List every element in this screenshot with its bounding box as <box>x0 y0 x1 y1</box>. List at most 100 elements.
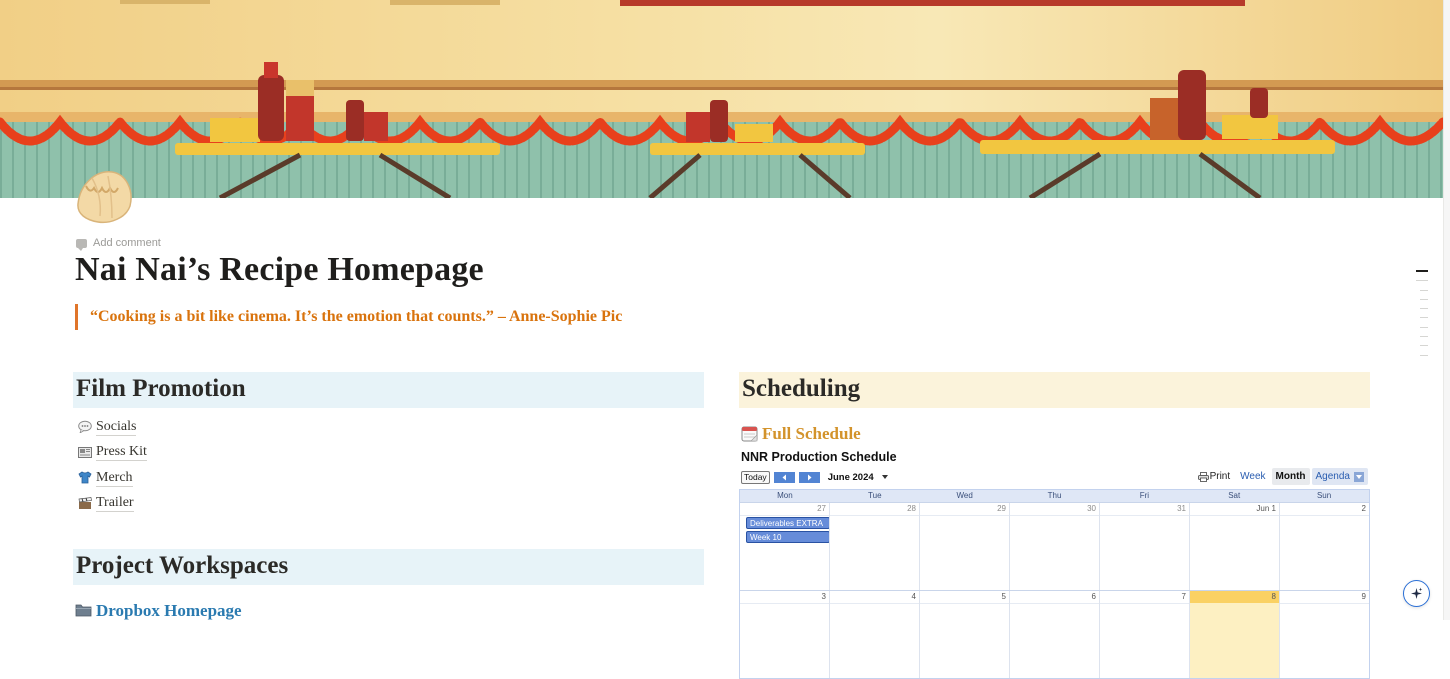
calendar-event[interactable]: Deliverables EXTRA <box>746 517 830 529</box>
table-of-contents-outline[interactable] <box>1416 270 1428 364</box>
outline-marker[interactable] <box>1420 317 1428 319</box>
outline-marker[interactable] <box>1420 326 1428 328</box>
chevron-left-icon <box>782 474 786 480</box>
add-comment-label: Add comment <box>93 237 161 249</box>
calendar-week-row: 27 Deliverables EXTRA Week 10 28 29 30 3… <box>740 502 1369 590</box>
merch-link[interactable]: Merch <box>96 469 133 487</box>
outline-marker[interactable] <box>1420 298 1428 300</box>
calendar-week-row: 3 4 5 6 7 8 9 <box>740 590 1369 678</box>
film-promotion-list: Socials Press Kit Merch Trailer <box>73 414 704 516</box>
newspaper-icon <box>77 445 92 460</box>
t-shirt-icon <box>77 470 92 485</box>
calendar-day-cell[interactable]: 3 <box>740 591 829 678</box>
dow-thu: Thu <box>1047 491 1062 500</box>
left-column: Film Promotion Socials Press Kit Merch T… <box>73 372 704 621</box>
calendar-day-cell[interactable]: 6 <box>1009 591 1099 678</box>
quote-block[interactable]: “Cooking is a bit like cinema. It’s the … <box>75 304 622 330</box>
dow-sat: Sat <box>1228 491 1241 500</box>
calendar-day-cell[interactable]: 31 <box>1099 503 1189 590</box>
day-number: 7 <box>1181 592 1186 601</box>
outline-marker[interactable] <box>1420 345 1428 347</box>
print-label: Print <box>1209 471 1231 482</box>
add-comment-button[interactable]: Add comment <box>76 237 161 251</box>
dropbox-homepage-link[interactable]: Dropbox Homepage <box>73 601 704 621</box>
quote-text: “Cooking is a bit like cinema. It’s the … <box>90 308 623 325</box>
dow-wed: Wed <box>956 491 973 500</box>
previous-month-button[interactable] <box>773 471 795 483</box>
current-month-label: June 2024 <box>827 471 874 483</box>
day-number: 31 <box>1177 504 1186 513</box>
film-clapper-icon <box>77 496 92 511</box>
comment-icon <box>76 238 87 251</box>
socials-link[interactable]: Socials <box>96 418 137 436</box>
next-month-button[interactable] <box>798 471 820 483</box>
day-number: 2 <box>1361 504 1366 513</box>
press-kit-link[interactable]: Press Kit <box>96 443 147 462</box>
chevron-down-icon[interactable] <box>1354 471 1364 482</box>
calendar-day-cell[interactable]: 4 <box>829 591 919 678</box>
full-schedule-label: Full Schedule <box>762 424 861 443</box>
page-title[interactable]: Nai Nai’s Recipe Homepage <box>75 251 484 289</box>
calendar-day-cell[interactable]: 9 <box>1279 591 1369 678</box>
tab-agenda[interactable]: Agenda <box>1311 468 1368 485</box>
day-number: 29 <box>997 504 1006 513</box>
today-button[interactable]: Today <box>741 470 770 484</box>
calendar-day-cell[interactable]: 27 Deliverables EXTRA Week 10 <box>740 503 830 590</box>
tab-month[interactable]: Month <box>1271 468 1310 485</box>
calendar-view-tabs: Print Week Month Agenda <box>1194 468 1368 485</box>
calendar-month-grid: Mon Tue Wed Thu Fri Sat Sun 27 Deliverab… <box>739 489 1370 679</box>
dow-mon: Mon <box>777 491 793 500</box>
outline-marker[interactable] <box>1420 354 1428 356</box>
outline-marker[interactable] <box>1420 336 1428 338</box>
calendar-day-cell[interactable]: 7 <box>1099 591 1189 678</box>
calendar-day-cell[interactable]: 29 <box>919 503 1009 590</box>
print-button[interactable]: Print <box>1194 468 1235 485</box>
list-item-trailer[interactable]: Trailer <box>73 491 704 517</box>
calendar-day-cell[interactable]: 28 <box>829 503 919 590</box>
day-number: 28 <box>907 504 916 513</box>
calendar-title: NNR Production Schedule <box>741 450 897 464</box>
calendar-day-cell[interactable]: 2 <box>1279 503 1369 590</box>
calendar-toolbar: Today June 2024 Print Week Month Agenda <box>741 468 1370 486</box>
project-workspaces-heading[interactable]: Project Workspaces <box>73 549 704 585</box>
sparkle-icon <box>1411 587 1423 599</box>
page-cover-image[interactable] <box>0 0 1443 198</box>
google-calendar-embed[interactable]: NNR Production Schedule Today June 2024 … <box>739 450 1370 679</box>
dow-fri: Fri <box>1139 491 1150 500</box>
month-picker-dropdown-icon[interactable] <box>881 475 888 479</box>
folder-icon <box>75 603 93 619</box>
calendar-event[interactable]: Week 10 <box>746 531 830 543</box>
outline-marker[interactable] <box>1420 289 1428 291</box>
calendar-day-cell[interactable]: 5 <box>919 591 1009 678</box>
outline-marker[interactable] <box>1416 280 1428 282</box>
day-number: 3 <box>821 592 826 601</box>
page-scrollbar[interactable] <box>1443 0 1450 620</box>
calendar-day-cell[interactable]: Jun 1 <box>1189 503 1279 590</box>
full-schedule-link[interactable]: Full Schedule <box>739 424 1370 444</box>
day-number: 4 <box>911 592 916 601</box>
day-number: 5 <box>1001 592 1006 601</box>
day-number: 8 <box>1271 592 1276 601</box>
list-item-press-kit[interactable]: Press Kit <box>73 440 704 466</box>
outline-marker[interactable] <box>1420 308 1428 310</box>
ai-assistant-button[interactable] <box>1403 580 1430 607</box>
chevron-right-icon <box>807 474 812 480</box>
list-item-socials[interactable]: Socials <box>73 414 704 440</box>
list-item-merch[interactable]: Merch <box>73 465 704 491</box>
dow-sun: Sun <box>1316 491 1332 500</box>
dow-tue: Tue <box>868 491 882 500</box>
day-number: Jun 1 <box>1256 504 1276 513</box>
tab-week[interactable]: Week <box>1236 468 1269 485</box>
calendar-day-cell-today[interactable]: 8 <box>1189 591 1279 678</box>
right-column: Scheduling Full Schedule NNR Production … <box>739 372 1370 679</box>
scheduling-heading[interactable]: Scheduling <box>739 372 1370 408</box>
agenda-label: Agenda <box>1315 471 1350 482</box>
dumpling-icon[interactable] <box>72 166 138 228</box>
outline-marker-active[interactable] <box>1416 270 1428 272</box>
calendar-day-cell[interactable]: 30 <box>1009 503 1099 590</box>
day-number: 6 <box>1091 592 1096 601</box>
printer-icon <box>1197 471 1209 482</box>
trailer-link[interactable]: Trailer <box>96 494 134 513</box>
film-promotion-heading[interactable]: Film Promotion <box>73 372 704 408</box>
day-number: 30 <box>1087 504 1096 513</box>
